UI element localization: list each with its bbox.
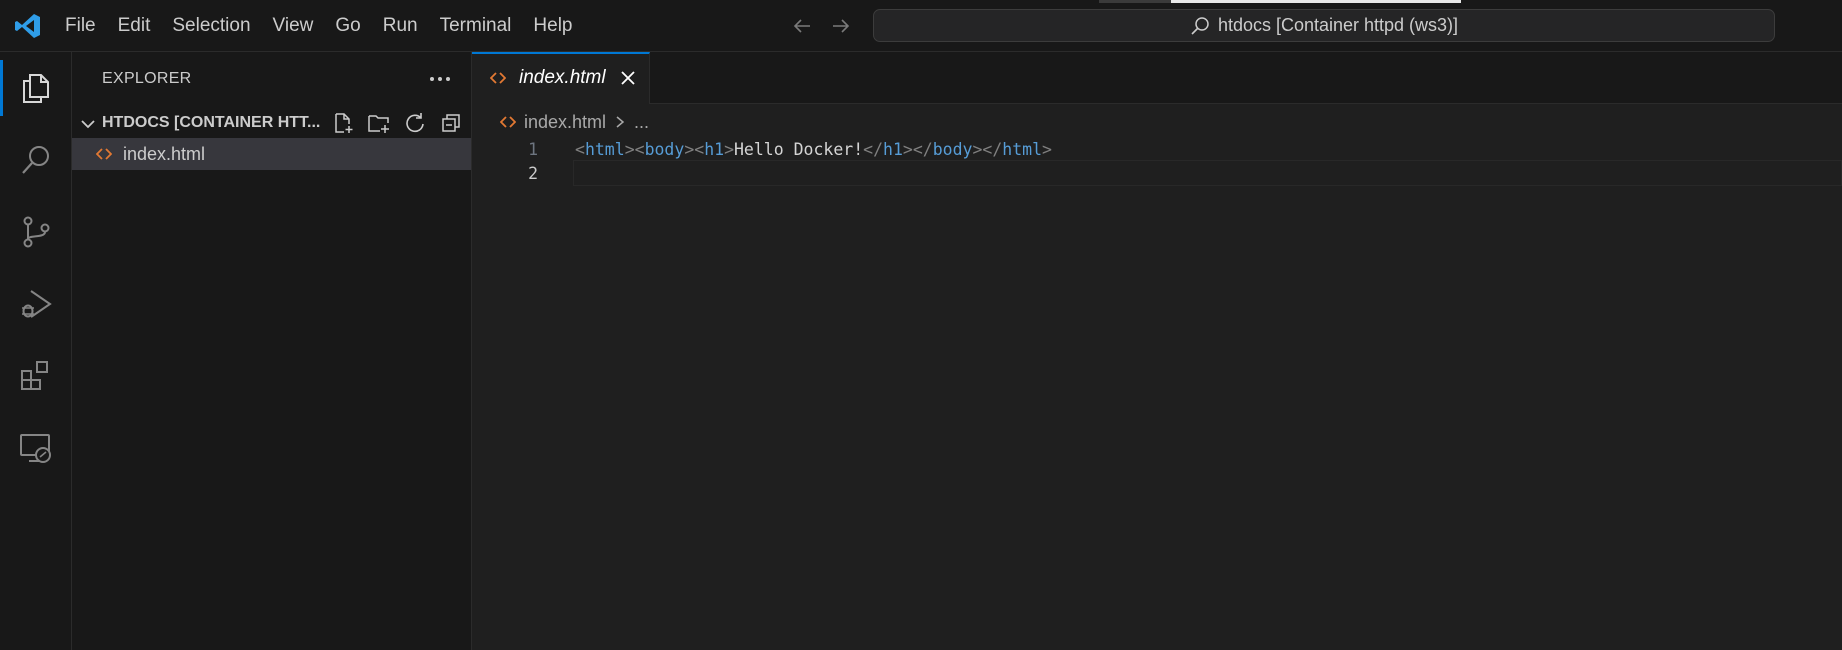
menu-view[interactable]: View xyxy=(262,9,325,43)
activity-run-debug[interactable] xyxy=(0,268,72,340)
html-file-icon xyxy=(500,116,516,128)
menu-help[interactable]: Help xyxy=(522,9,583,43)
section-actions xyxy=(328,108,466,138)
menu-run[interactable]: Run xyxy=(372,9,429,43)
file-tree-item-label: index.html xyxy=(123,144,206,164)
editor-area: index.html index.html ... 1 <html><body>… xyxy=(472,52,1842,650)
arrow-left-icon xyxy=(793,19,810,33)
sidebar-title: EXPLORER xyxy=(102,70,192,87)
run-debug-icon xyxy=(22,290,52,318)
workspace-folder-title: HTDOCS [CONTAINER HTT... xyxy=(102,114,321,131)
collapse-all-icon xyxy=(442,114,460,132)
title-progress-highlight xyxy=(1171,0,1461,3)
editor-tab-label: index.html xyxy=(519,67,606,88)
activity-search[interactable] xyxy=(0,124,72,196)
code-token-punct: > xyxy=(1042,140,1052,159)
code-token-punct: </ xyxy=(863,140,884,159)
menu-edit[interactable]: Edit xyxy=(107,9,162,43)
new-folder-button[interactable] xyxy=(364,108,394,138)
explorer-sidebar: EXPLORER HTDOCS [CONTAINER HTT... index.… xyxy=(72,52,472,650)
code-line-current: 2 xyxy=(472,160,1842,188)
code-token-punct: < xyxy=(575,140,585,159)
breadcrumb-symbol[interactable]: ... xyxy=(634,112,649,133)
search-icon xyxy=(22,146,49,174)
menu-terminal[interactable]: Terminal xyxy=(429,9,523,43)
code-token-punct: </ xyxy=(982,140,1003,159)
code-token-punct: > xyxy=(624,140,635,159)
breadcrumb-file[interactable]: index.html xyxy=(524,112,606,133)
code-token-punct: > xyxy=(724,140,734,159)
more-actions-button[interactable] xyxy=(425,64,455,94)
file-tree-item[interactable]: index.html xyxy=(72,138,471,170)
code-token-tag: html xyxy=(584,140,625,159)
new-file-button[interactable] xyxy=(328,108,358,138)
arrow-right-icon xyxy=(833,19,850,33)
activity-remote-explorer[interactable] xyxy=(0,412,72,484)
editor-tab[interactable]: index.html xyxy=(472,52,650,104)
code-token-punct: > xyxy=(684,140,695,159)
editor-tab-bar: index.html xyxy=(472,52,1842,104)
activity-explorer[interactable] xyxy=(0,52,72,124)
code-token-tag: h1 xyxy=(704,140,725,159)
activity-source-control[interactable] xyxy=(0,196,72,268)
chevron-right-icon xyxy=(616,116,625,128)
active-indicator xyxy=(0,60,3,116)
current-line-highlight xyxy=(573,160,1842,186)
ellipsis-icon xyxy=(430,77,450,81)
back-button[interactable] xyxy=(788,12,816,40)
code-token-text: Hello Docker! xyxy=(734,140,864,159)
source-control-icon xyxy=(23,216,50,248)
title-bar: File Edit Selection View Go Run Terminal… xyxy=(0,0,1842,52)
code-token-punct: </ xyxy=(912,140,933,159)
chevron-down-icon xyxy=(81,120,95,129)
code-token-tag: body xyxy=(932,140,973,159)
new-folder-icon xyxy=(368,115,389,133)
html-file-icon xyxy=(96,148,112,160)
tab-close-button[interactable] xyxy=(617,67,639,89)
workspace-folder-header[interactable]: HTDOCS [CONTAINER HTT... xyxy=(72,108,471,138)
collapse-all-button[interactable] xyxy=(436,108,466,138)
search-icon xyxy=(1191,16,1209,35)
explorer-icon xyxy=(23,74,49,103)
title-progress-track xyxy=(1099,0,1171,3)
new-file-icon xyxy=(335,113,353,133)
extensions-icon xyxy=(21,361,48,390)
code-token-punct: < xyxy=(694,140,705,159)
close-icon xyxy=(621,71,635,85)
code-token-punct: > xyxy=(972,140,983,159)
menu-bar: File Edit Selection View Go Run Terminal… xyxy=(54,0,584,52)
breadcrumb: index.html ... xyxy=(500,110,649,134)
remote-explorer-icon xyxy=(20,434,51,463)
activity-bar xyxy=(0,52,72,650)
code-token-punct: > xyxy=(902,140,913,159)
vscode-logo-icon xyxy=(15,14,40,38)
html-file-icon xyxy=(490,72,506,84)
menu-file[interactable]: File xyxy=(54,9,107,43)
code-token-tag: body xyxy=(644,140,685,159)
code-token-punct: < xyxy=(634,140,645,159)
command-center-text: htdocs [Container httpd (ws3)] xyxy=(1217,15,1459,35)
refresh-icon xyxy=(406,113,424,133)
refresh-button[interactable] xyxy=(400,108,430,138)
line-number: 2 xyxy=(528,164,538,183)
forward-button[interactable] xyxy=(827,12,855,40)
activity-extensions[interactable] xyxy=(0,340,72,412)
menu-go[interactable]: Go xyxy=(324,9,371,43)
code-token-tag: h1 xyxy=(883,140,903,159)
code-token-tag: html xyxy=(1002,140,1043,159)
command-center-search[interactable]: htdocs [Container httpd (ws3)] xyxy=(873,9,1775,42)
menu-selection[interactable]: Selection xyxy=(161,9,261,43)
